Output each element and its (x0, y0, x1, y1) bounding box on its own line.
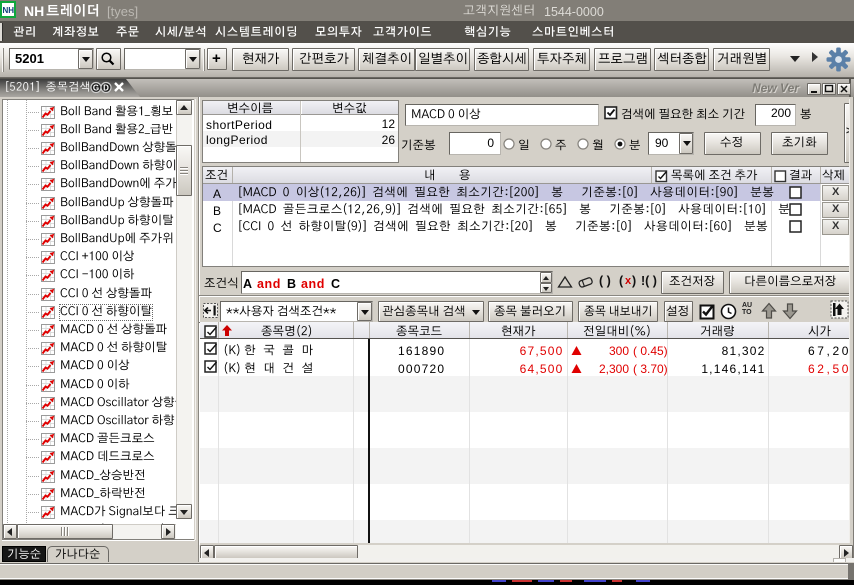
svg-text:G: G (93, 83, 99, 92)
svg-text:D: D (103, 83, 109, 92)
